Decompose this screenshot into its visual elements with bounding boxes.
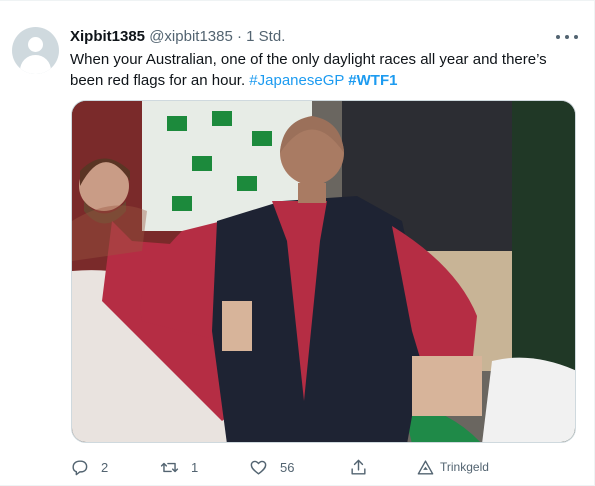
tip-button[interactable]: Trinkgeld: [416, 455, 489, 479]
hashtag-wtf1[interactable]: #WTF1: [348, 72, 397, 89]
reply-button[interactable]: 2: [70, 455, 108, 479]
tip-label: Trinkgeld: [440, 460, 489, 474]
avatar-body: [20, 55, 51, 74]
photo-illustration: [72, 101, 575, 442]
tweet-time[interactable]: 1 Std.: [246, 28, 285, 45]
share-button[interactable]: [349, 455, 368, 479]
retweet-icon: [160, 462, 179, 472]
reply-icon: [72, 459, 88, 475]
avatar[interactable]: [12, 27, 59, 74]
more-dot: [565, 35, 569, 39]
like-icon: [250, 460, 267, 475]
tweet-photo[interactable]: [71, 100, 576, 443]
like-count: 56: [280, 459, 295, 475]
header-separator: ·: [237, 28, 242, 45]
reply-count: 2: [101, 459, 109, 475]
avatar-head: [28, 37, 43, 52]
top-divider: [0, 0, 595, 1]
more-dot: [556, 35, 560, 39]
like-button[interactable]: 56: [249, 455, 294, 479]
tweet-text: When your Australian, one of the only da…: [70, 49, 570, 91]
retweet-count: 1: [191, 459, 199, 475]
more-dot: [574, 35, 578, 39]
tweet-header: Xipbit1385 @xipbit1385 · 1 Std.: [70, 27, 285, 47]
more-icon[interactable]: [556, 29, 578, 45]
author-name[interactable]: Xipbit1385: [70, 28, 145, 45]
tweet-actions: 2 1 56 Trinkgeld: [70, 455, 575, 479]
share-icon: [351, 459, 366, 475]
hashtag-japanesegp[interactable]: #JapaneseGP: [249, 72, 344, 89]
author-handle[interactable]: @xipbit1385: [149, 28, 233, 45]
tip-icon: [417, 459, 434, 475]
retweet-button[interactable]: 1: [160, 455, 198, 479]
